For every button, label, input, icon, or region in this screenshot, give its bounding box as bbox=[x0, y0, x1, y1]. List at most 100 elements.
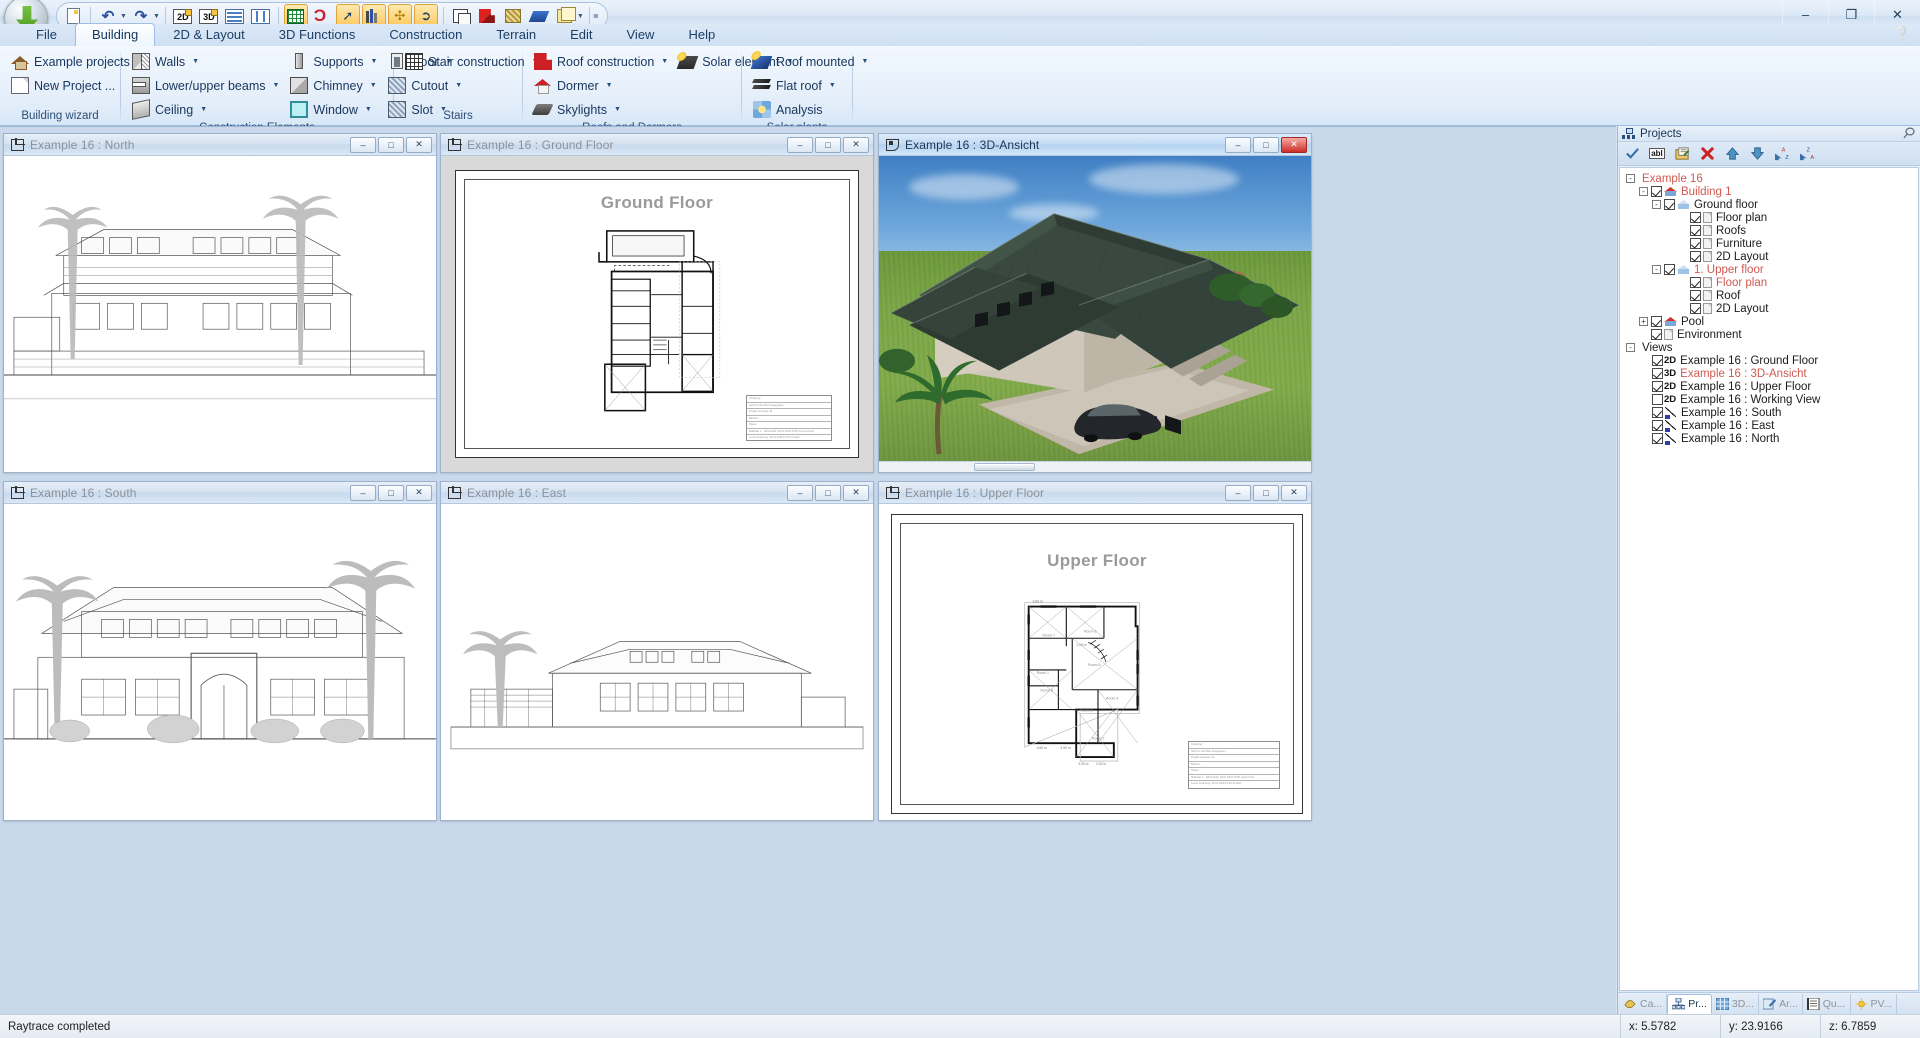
visibility-checkbox[interactable] bbox=[1664, 199, 1675, 210]
collapse-toggle-icon[interactable]: - bbox=[1639, 187, 1648, 196]
visibility-checkbox[interactable] bbox=[1651, 316, 1662, 327]
supports-button[interactable]: Supports ▼ bbox=[287, 50, 383, 73]
close-button[interactable]: ✕ bbox=[406, 137, 432, 153]
tab-3d-functions[interactable]: 3D Functions bbox=[263, 24, 372, 46]
flat-roof-button[interactable]: Flat roof ▼ bbox=[750, 74, 874, 97]
tab-architecture[interactable]: Ar... bbox=[1759, 994, 1803, 1014]
window-south[interactable]: Example 16 : South – □ ✕ bbox=[3, 481, 437, 821]
window-ground-floor[interactable]: Example 16 : Ground Floor – □ ✕ Ground F… bbox=[440, 133, 874, 473]
collapse-toggle-icon[interactable]: - bbox=[1652, 265, 1661, 274]
window-canvas[interactable] bbox=[441, 504, 873, 820]
view-list-item[interactable]: 2DExample 16 : Working View bbox=[1622, 393, 1918, 406]
tab-building[interactable]: Building bbox=[75, 23, 155, 46]
tab-catalog[interactable]: Ca... bbox=[1620, 994, 1667, 1014]
tab-quantity[interactable]: Qu... bbox=[1803, 994, 1851, 1014]
tab-3d[interactable]: 3D... bbox=[1712, 994, 1759, 1014]
view-list-item[interactable]: Example 16 : South bbox=[1622, 406, 1918, 419]
chevron-down-icon[interactable]: ▼ bbox=[272, 82, 279, 89]
visibility-checkbox[interactable] bbox=[1690, 277, 1701, 288]
close-button[interactable]: ✕ bbox=[406, 485, 432, 501]
view-visibility-checkbox[interactable] bbox=[1652, 420, 1663, 431]
view-visibility-checkbox[interactable] bbox=[1652, 381, 1663, 392]
window-canvas[interactable] bbox=[4, 156, 436, 472]
roof-construction-button[interactable]: Roof construction ▼ bbox=[531, 50, 674, 73]
visibility-checkbox[interactable] bbox=[1690, 225, 1701, 236]
window-canvas[interactable]: Ground Floor bbox=[441, 156, 873, 472]
view-visibility-checkbox[interactable] bbox=[1652, 433, 1663, 444]
layers-dropdown-caret[interactable]: ▼ bbox=[577, 13, 584, 20]
tab-projects[interactable]: Pr... bbox=[1667, 994, 1712, 1014]
view-list-item[interactable]: 2DExample 16 : Upper Floor bbox=[1622, 380, 1918, 393]
maximize-button[interactable]: □ bbox=[815, 137, 841, 153]
collapse-toggle-icon[interactable]: - bbox=[1626, 343, 1635, 352]
analysis-button[interactable]: Analysis bbox=[750, 98, 874, 121]
chevron-down-icon[interactable]: ▼ bbox=[370, 82, 377, 89]
window-button[interactable]: Window ▼ bbox=[287, 98, 383, 121]
visibility-checkbox[interactable] bbox=[1690, 238, 1701, 249]
view-list-item[interactable]: 3DExample 16 : 3D-Ansicht bbox=[1622, 367, 1918, 380]
chevron-down-icon[interactable]: ▼ bbox=[606, 82, 613, 89]
view-list-item[interactable]: Example 16 : East bbox=[1622, 419, 1918, 432]
window-canvas[interactable]: Upper Floor bbox=[879, 504, 1311, 820]
minimize-button[interactable]: – bbox=[350, 137, 376, 153]
tree-node[interactable]: Floor plan bbox=[1622, 211, 1918, 224]
help-question-icon[interactable]: ❔ bbox=[1894, 26, 1910, 42]
view-visibility-checkbox[interactable] bbox=[1652, 355, 1663, 366]
close-button[interactable]: ✕ bbox=[1281, 137, 1307, 153]
maximize-button[interactable]: □ bbox=[378, 137, 404, 153]
chevron-down-icon[interactable]: ▼ bbox=[614, 106, 621, 113]
tab-help[interactable]: Help bbox=[672, 24, 731, 46]
expand-toggle-icon[interactable]: + bbox=[1639, 317, 1648, 326]
minimize-button[interactable]: – bbox=[787, 485, 813, 501]
tree-node[interactable]: Environment bbox=[1622, 328, 1918, 341]
tab-terrain[interactable]: Terrain bbox=[480, 24, 552, 46]
properties-button[interactable] bbox=[1671, 144, 1693, 164]
minimize-button[interactable]: – bbox=[787, 137, 813, 153]
visibility-checkbox[interactable] bbox=[1651, 186, 1662, 197]
skylights-button[interactable]: Skylights ▼ bbox=[531, 98, 674, 121]
rename-button[interactable]: abl bbox=[1646, 144, 1668, 164]
window-east[interactable]: Example 16 : East – □ ✕ bbox=[440, 481, 874, 821]
visibility-checkbox[interactable] bbox=[1690, 251, 1701, 262]
redo-dropdown-caret[interactable]: ▼ bbox=[153, 13, 160, 20]
close-button[interactable]: ✕ bbox=[843, 137, 869, 153]
collapse-toggle-icon[interactable]: - bbox=[1626, 174, 1635, 183]
maximize-button[interactable]: □ bbox=[1253, 485, 1279, 501]
window-upper-floor[interactable]: Example 16 : Upper Floor – □ ✕ Upper Flo… bbox=[878, 481, 1312, 821]
close-button[interactable]: ✕ bbox=[843, 485, 869, 501]
chevron-down-icon[interactable]: ▼ bbox=[192, 58, 199, 65]
tab-2d-layout[interactable]: 2D & Layout bbox=[157, 24, 261, 46]
close-button[interactable]: ✕ bbox=[1281, 485, 1307, 501]
window-canvas[interactable] bbox=[4, 504, 436, 820]
ceiling-button[interactable]: Ceiling ▼ bbox=[129, 98, 285, 121]
tree-node[interactable]: -Views bbox=[1622, 341, 1918, 354]
tree-node[interactable]: 2D Layout bbox=[1622, 250, 1918, 263]
window-titlebar[interactable]: Example 16 : 3D-Ansicht – □ ✕ bbox=[879, 134, 1311, 156]
visibility-checkbox[interactable] bbox=[1651, 329, 1662, 340]
window-titlebar[interactable]: Example 16 : Upper Floor – □ ✕ bbox=[879, 482, 1311, 504]
apply-check-button[interactable] bbox=[1621, 144, 1643, 164]
walls-button[interactable]: Walls ▼ bbox=[129, 50, 285, 73]
chimney-button[interactable]: Chimney ▼ bbox=[287, 74, 383, 97]
window-north[interactable]: Example 16 : North – □ ✕ bbox=[3, 133, 437, 473]
maximize-button[interactable]: □ bbox=[378, 485, 404, 501]
chevron-down-icon[interactable]: ▼ bbox=[829, 82, 836, 89]
tree-node[interactable]: -Ground floor bbox=[1622, 198, 1918, 211]
chevron-down-icon[interactable]: ▼ bbox=[200, 106, 207, 113]
chevron-down-icon[interactable]: ▼ bbox=[365, 106, 372, 113]
undo-dropdown-caret[interactable]: ▼ bbox=[120, 13, 127, 20]
tree-node[interactable]: Floor plan bbox=[1622, 276, 1918, 289]
tab-edit[interactable]: Edit bbox=[554, 24, 608, 46]
chevron-down-icon[interactable]: ▼ bbox=[862, 58, 869, 65]
chevron-down-icon[interactable]: ▼ bbox=[370, 58, 377, 65]
visibility-checkbox[interactable] bbox=[1690, 290, 1701, 301]
minimize-button[interactable]: – bbox=[1225, 137, 1251, 153]
tab-pv[interactable]: PV... bbox=[1851, 994, 1898, 1014]
tab-file[interactable]: File bbox=[20, 24, 73, 46]
tree-node[interactable]: Furniture bbox=[1622, 237, 1918, 250]
visibility-checkbox[interactable] bbox=[1664, 264, 1675, 275]
visibility-checkbox[interactable] bbox=[1690, 303, 1701, 314]
tree-node[interactable]: Roofs bbox=[1622, 224, 1918, 237]
qat-overflow-caret[interactable]: ≣ bbox=[593, 12, 599, 20]
maximize-button[interactable]: □ bbox=[815, 485, 841, 501]
